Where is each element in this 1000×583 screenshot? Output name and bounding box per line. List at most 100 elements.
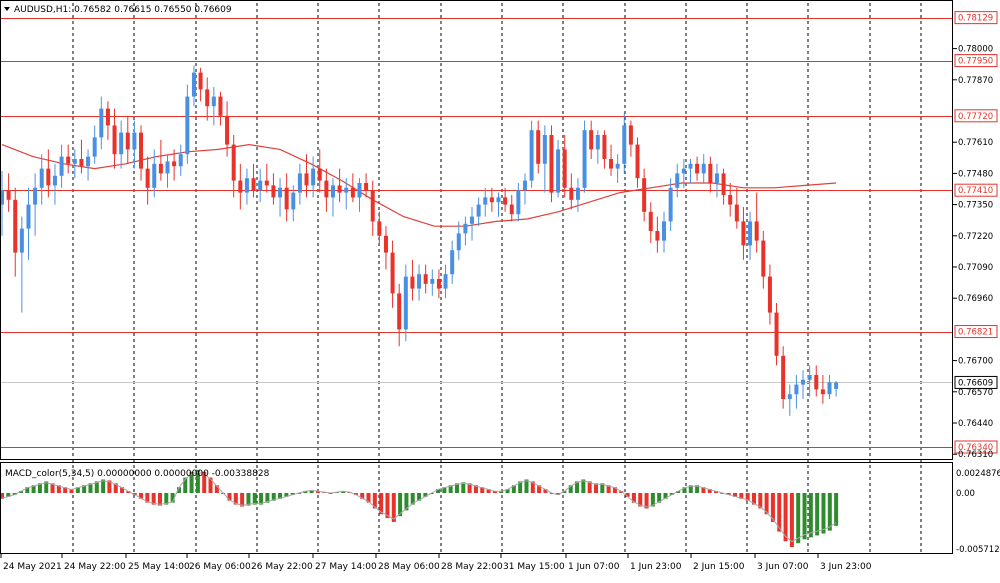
candle-body xyxy=(834,382,839,389)
candle-body xyxy=(542,135,547,164)
level-label-text: 0.77410 xyxy=(958,186,993,196)
candle-body xyxy=(364,183,369,191)
candle-body xyxy=(509,204,514,215)
candle-body xyxy=(701,163,706,174)
candle-body xyxy=(681,168,686,174)
time-tick-label: 28 May 22:00 xyxy=(441,562,503,572)
candle-body xyxy=(337,185,342,193)
candle-body xyxy=(417,274,422,289)
candle-body xyxy=(225,115,230,145)
price-tick-label: 0.76310 xyxy=(958,450,993,460)
time-tick-label: 24 May 22:00 xyxy=(64,562,126,572)
candle-body xyxy=(105,108,110,126)
candle-body xyxy=(622,125,627,164)
candle-body xyxy=(244,178,249,193)
candle-body xyxy=(589,130,594,150)
candle-body xyxy=(615,163,620,169)
time-tick-label: 1 Jun 07:00 xyxy=(568,562,620,572)
candle-body xyxy=(496,197,501,203)
time-tick-label: 27 May 14:00 xyxy=(315,562,377,572)
candle xyxy=(549,125,554,203)
candle xyxy=(529,120,534,188)
candle-body xyxy=(278,187,283,198)
price-tick-label: 0.77870 xyxy=(958,76,993,86)
level-price-label: 0.77720 xyxy=(954,109,998,123)
candle-body xyxy=(662,221,666,241)
level-price-label: 0.77410 xyxy=(954,183,998,197)
chart-canvas[interactable]: 0.78129 0.77950 0.77720 0.77410 0.76821 0.763… xyxy=(0,0,1000,578)
candle-body xyxy=(774,312,779,356)
macd-tick-label: -0.0057120 xyxy=(956,545,1000,555)
candle-body xyxy=(582,130,587,188)
macd-bar xyxy=(252,493,257,505)
candle-body xyxy=(748,221,753,246)
candle-body xyxy=(668,187,673,222)
time-tick-label: 28 May 06:00 xyxy=(378,562,440,572)
time-tick-label: 26 May 22:00 xyxy=(251,562,313,572)
candle-body xyxy=(562,149,567,188)
candle-body xyxy=(642,178,647,212)
candle-body xyxy=(145,168,150,188)
candle-body xyxy=(152,163,157,188)
candle-body xyxy=(99,108,104,138)
candle-body xyxy=(609,159,614,169)
price-tick-label: 0.76960 xyxy=(958,294,993,304)
candle-body xyxy=(6,190,11,200)
candle-body xyxy=(456,233,461,251)
candle-body xyxy=(721,173,726,195)
candle-body xyxy=(297,173,302,193)
candle-body xyxy=(46,168,51,186)
candle-body xyxy=(19,228,24,253)
trading-chart-window[interactable]: 0.78129 0.77950 0.77720 0.77410 0.76821 0.763… xyxy=(0,0,1000,578)
candle-body xyxy=(198,72,203,90)
candle-body xyxy=(754,221,759,241)
macd-bar xyxy=(821,493,826,534)
time-tick-label: 1 Jun 23:00 xyxy=(630,562,682,572)
candle-body xyxy=(595,135,600,150)
macd-tick-label: 0.0024876 xyxy=(956,469,1000,479)
candle-body xyxy=(139,132,144,169)
candle-body xyxy=(648,211,653,231)
macd-bar xyxy=(789,493,794,548)
price-tick-label: 0.77480 xyxy=(958,169,993,179)
level-price-label: 0.78129 xyxy=(954,11,998,25)
macd-bar xyxy=(802,493,807,540)
time-tick-label: 26 May 06:00 xyxy=(189,562,251,572)
candle-body xyxy=(827,382,832,395)
candle-body xyxy=(728,195,733,205)
candle-body xyxy=(403,276,408,330)
candle-body xyxy=(516,190,521,215)
candle-body xyxy=(178,154,183,167)
candle-body xyxy=(158,163,163,174)
candle-body xyxy=(397,293,402,330)
candle-body xyxy=(79,159,84,167)
candle-body xyxy=(734,204,739,222)
candle-body xyxy=(191,72,196,97)
price-tick-label: 0.77220 xyxy=(958,232,993,242)
candle-body xyxy=(291,192,296,210)
candle-body xyxy=(801,379,806,385)
level-price-label: 0.77950 xyxy=(954,54,998,68)
candle-body xyxy=(556,149,561,193)
candle-body xyxy=(536,130,541,164)
time-tick-label: 3 Jun 23:00 xyxy=(820,562,872,572)
candle-body xyxy=(695,163,700,174)
price-tick-label: 0.78000 xyxy=(958,45,993,55)
candle-body xyxy=(218,96,223,116)
price-tick-label: 0.77610 xyxy=(958,138,993,148)
price-tick-label: 0.77090 xyxy=(958,263,993,273)
candle-body xyxy=(331,185,335,198)
candle-body xyxy=(251,178,256,191)
candle-body xyxy=(26,204,31,229)
level-label-text: 0.77720 xyxy=(958,112,993,122)
candle-body xyxy=(575,187,580,200)
candle-body xyxy=(258,180,263,191)
macd-tick-label: 0.00 xyxy=(956,489,975,499)
candle-body xyxy=(350,187,355,198)
candle-body xyxy=(92,137,97,157)
candle xyxy=(582,120,587,193)
candle-body xyxy=(423,274,428,284)
candle-body xyxy=(39,168,44,188)
candle-body xyxy=(807,375,812,380)
candle-body xyxy=(59,156,64,176)
